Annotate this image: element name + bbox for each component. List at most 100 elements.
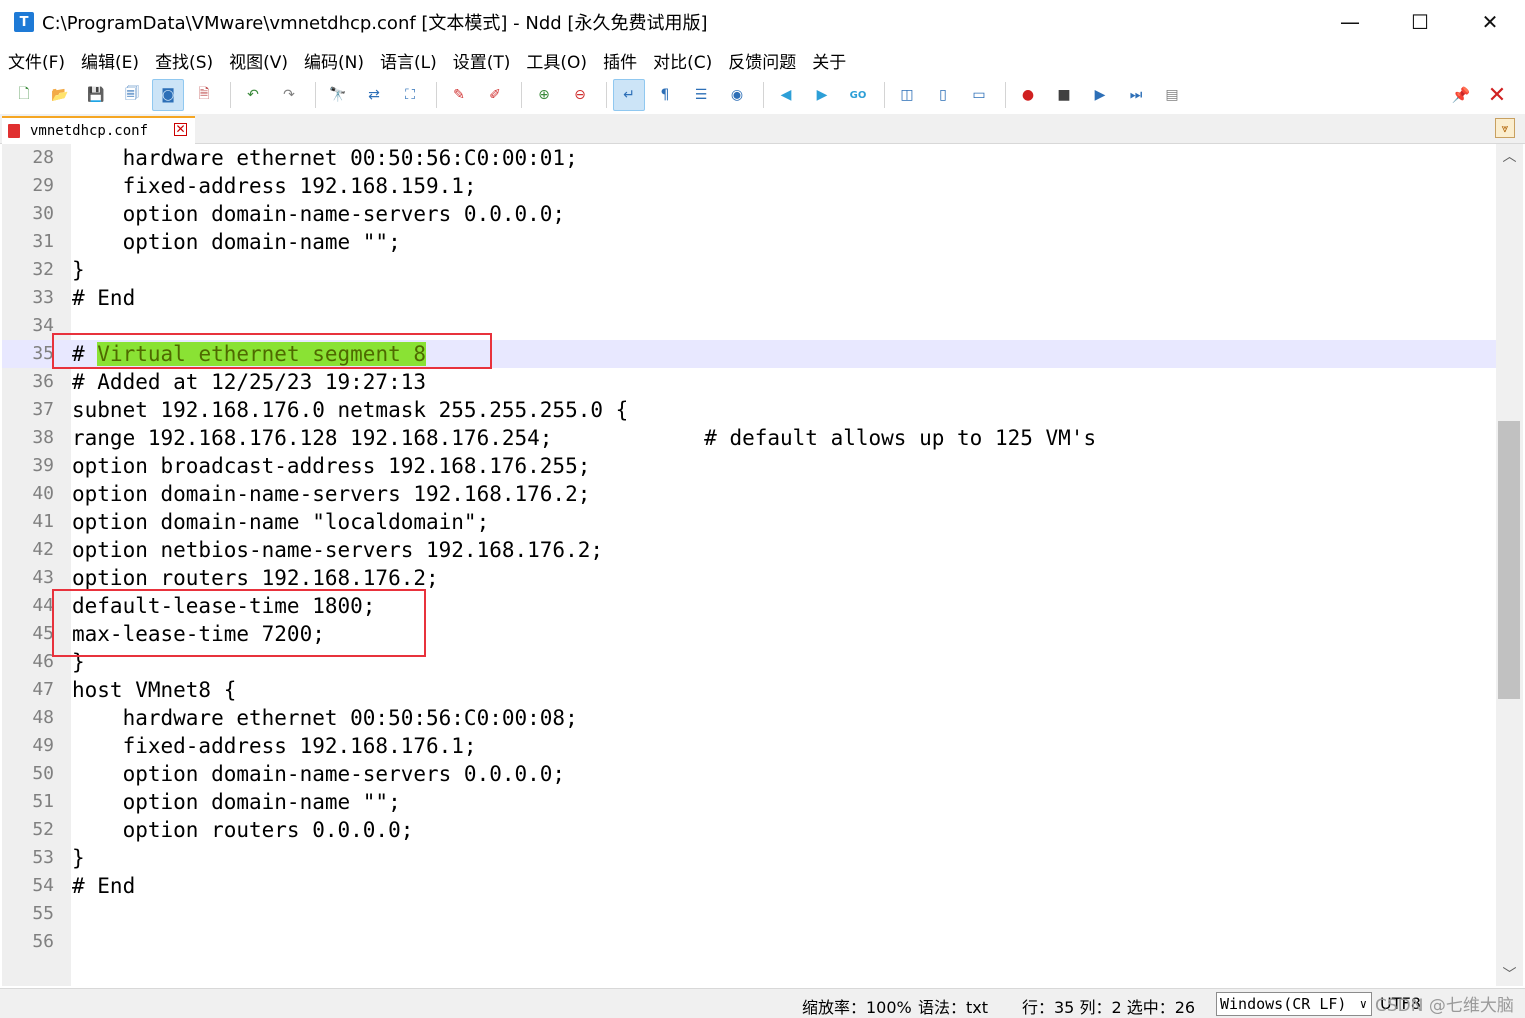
code-line[interactable]: 47 host VMnet8 { <box>2 676 1496 704</box>
code-line[interactable]: 49 fixed-address 192.168.176.1; <box>2 732 1496 760</box>
scroll-down-icon[interactable]: ﹀ <box>1496 964 1523 984</box>
line-text: # End <box>72 286 136 310</box>
line-number: 42 <box>32 539 54 560</box>
code-line[interactable]: 48 hardware ethernet 00:50:56:C0:00:08; <box>2 704 1496 732</box>
save-macro-icon[interactable]: ▤ <box>1156 79 1188 111</box>
menu-settings[interactable]: 设置(T) <box>453 48 511 73</box>
auto-save-icon[interactable]: ◙ <box>152 79 184 111</box>
scroll-up-icon[interactable]: ︿ <box>1496 146 1523 166</box>
find-icon[interactable]: 🔭 <box>322 79 354 111</box>
code-line[interactable]: 53} <box>2 844 1496 872</box>
menu-plugins[interactable]: 插件 <box>603 48 637 73</box>
toolbar-separator <box>230 82 231 108</box>
zoom-out-icon[interactable]: ⊖ <box>564 79 596 111</box>
close-all-icon[interactable]: ✕ <box>1481 79 1513 111</box>
code-line[interactable]: 39 option broadcast-address 192.168.176.2… <box>2 452 1496 480</box>
compare-dir-icon[interactable]: ▯ <box>927 79 959 111</box>
code-line[interactable]: 33 # End <box>2 284 1496 312</box>
menu-about[interactable]: 关于 <box>812 48 846 73</box>
close-tab-icon[interactable]: ✕ <box>174 123 187 136</box>
maximize-button[interactable]: ☐ <box>1385 0 1455 44</box>
code-line[interactable]: 36 # Added at 12/25/23 19:27:13 <box>2 368 1496 396</box>
show-symbols-icon[interactable]: ¶ <box>649 79 681 111</box>
code-line[interactable]: 28 hardware ethernet 00:50:56:C0:00:01; <box>2 144 1496 172</box>
line-text: # End <box>72 874 136 898</box>
undo-icon[interactable]: ↶ <box>237 79 269 111</box>
line-number: 37 <box>32 399 54 420</box>
line-number: 48 <box>32 707 54 728</box>
code-line[interactable]: 30 option domain-name-servers 0.0.0.0; <box>2 200 1496 228</box>
code-line[interactable]: 41 option domain-name "localdomain"; <box>2 508 1496 536</box>
code-line[interactable]: 56 <box>2 928 1496 956</box>
menu-search[interactable]: 查找(S) <box>155 48 213 73</box>
code-line[interactable]: 54 # End <box>2 872 1496 900</box>
code-line[interactable]: 50 option domain-name-servers 0.0.0.0; <box>2 760 1496 788</box>
line-number: 31 <box>32 231 54 252</box>
mark-icon[interactable]: ✎ <box>443 79 475 111</box>
code-line[interactable]: 45 max-lease-time 7200; <box>2 620 1496 648</box>
code-line[interactable]: 35 # Virtual ethernet segment 8 <box>2 340 1496 368</box>
toolbar-separator <box>884 82 885 108</box>
menu-bar: 文件(F) 编辑(E) 查找(S) 视图(V) 编码(N) 语言(L) 设置(T… <box>0 44 1525 76</box>
code-line[interactable]: 52 option routers 0.0.0.0; <box>2 816 1496 844</box>
close-file-icon[interactable]: 🗎 <box>188 79 220 111</box>
run-macro-multi-icon[interactable]: ⏭ <box>1120 79 1152 111</box>
bookmark-icon[interactable]: ⛶ <box>394 79 426 111</box>
pin-icon[interactable]: 📌 <box>1445 79 1477 111</box>
line-text: subnet 192.168.176.0 netmask 255.255.255… <box>72 398 629 422</box>
menu-tools[interactable]: 工具(O) <box>526 48 587 73</box>
text-editor[interactable]: 28 hardware ethernet 00:50:56:C0:00:01; 2… <box>2 144 1496 986</box>
indent-guide-icon[interactable]: ☰ <box>685 79 717 111</box>
menu-view[interactable]: 视图(V) <box>229 48 288 73</box>
code-line[interactable]: 29 fixed-address 192.168.159.1; <box>2 172 1496 200</box>
code-line[interactable]: 51 option domain-name ""; <box>2 788 1496 816</box>
save-all-icon[interactable]: 🗐 <box>116 79 148 111</box>
line-text: host VMnet8 { <box>72 678 237 702</box>
window-title: C:\ProgramData\VMware\vmnetdhcp.conf [文本… <box>42 13 708 34</box>
new-file-icon[interactable]: 🗋 <box>8 79 40 111</box>
zoom-in-icon[interactable]: ⊕ <box>528 79 560 111</box>
prev-icon[interactable]: ◀ <box>770 79 802 111</box>
replace-icon[interactable]: ⇄ <box>358 79 390 111</box>
clear-mark-icon[interactable]: ✐ <box>479 79 511 111</box>
menu-encoding[interactable]: 编码(N) <box>304 48 364 73</box>
code-line[interactable]: 37 subnet 192.168.176.0 netmask 255.255.2… <box>2 396 1496 424</box>
line-text: default-lease-time 1800; <box>72 594 376 618</box>
minimize-button[interactable]: — <box>1315 0 1385 44</box>
code-line[interactable]: 46} <box>2 648 1496 676</box>
menu-edit[interactable]: 编辑(E) <box>81 48 139 73</box>
monitor-icon[interactable]: ▭ <box>963 79 995 111</box>
code-line[interactable]: 42 option netbios-name-servers 192.168.17… <box>2 536 1496 564</box>
next-icon[interactable]: ▶ <box>806 79 838 111</box>
code-line[interactable]: 31 option domain-name ""; <box>2 228 1496 256</box>
code-line[interactable]: 40 option domain-name-servers 192.168.176… <box>2 480 1496 508</box>
goto-icon[interactable]: GO <box>842 79 874 111</box>
record-macro-icon[interactable]: ● <box>1012 79 1044 111</box>
menu-compare[interactable]: 对比(C) <box>653 48 712 73</box>
menu-language[interactable]: 语言(L) <box>380 48 437 73</box>
open-folder-icon[interactable]: 📂 <box>44 79 76 111</box>
code-line[interactable]: 34 <box>2 312 1496 340</box>
close-window-button[interactable]: ✕ <box>1455 0 1525 44</box>
code-line[interactable]: 44 default-lease-time 1800; <box>2 592 1496 620</box>
code-line[interactable]: 32} <box>2 256 1496 284</box>
toolbar-separator <box>606 82 607 108</box>
menu-feedback[interactable]: 反馈问题 <box>728 48 796 73</box>
scroll-thumb[interactable] <box>1498 421 1520 699</box>
play-macro-icon[interactable]: ▶ <box>1084 79 1116 111</box>
menu-file[interactable]: 文件(F) <box>8 48 65 73</box>
save-icon[interactable]: 💾 <box>80 79 112 111</box>
redo-icon[interactable]: ↷ <box>273 79 305 111</box>
word-wrap-icon[interactable]: ↵ <box>613 79 645 111</box>
code-line[interactable]: 38 range 192.168.176.128 192.168.176.254;… <box>2 424 1496 452</box>
eol-select[interactable]: Windows(CR LF) ∨ <box>1216 992 1372 1016</box>
toolbar-right: 📌 ✕ <box>1445 76 1517 114</box>
code-line[interactable]: 55 <box>2 900 1496 928</box>
compare-icon[interactable]: ◫ <box>891 79 923 111</box>
stop-macro-icon[interactable]: ■ <box>1048 79 1080 111</box>
code-line[interactable]: 43 option routers 192.168.176.2; <box>2 564 1496 592</box>
target-icon[interactable]: ◉ <box>721 79 753 111</box>
tab-list-dropdown-icon[interactable]: ⩔ <box>1495 118 1515 138</box>
tab-vmnetdhcp-conf[interactable]: vmnetdhcp.conf ✕ <box>2 116 195 144</box>
vertical-scrollbar[interactable]: ︿ ﹀ <box>1496 144 1523 986</box>
